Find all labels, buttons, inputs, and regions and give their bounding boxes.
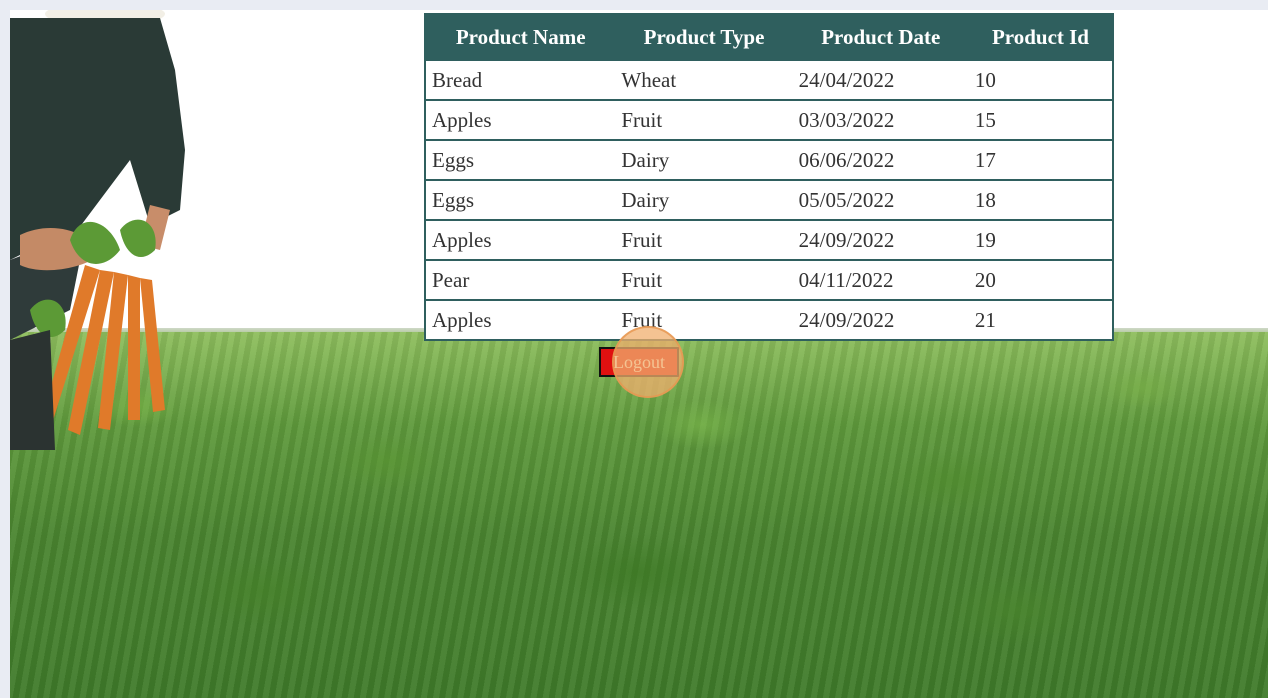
cell-product-id: 18 <box>968 179 1113 220</box>
cell-product-type: Fruit <box>615 219 793 260</box>
cell-product-id: 17 <box>968 139 1113 180</box>
cell-product-name: Eggs <box>425 139 616 180</box>
header-product-id: Product Id <box>968 14 1113 60</box>
cell-product-id: 20 <box>968 259 1113 300</box>
table-row: Apples Fruit 03/03/2022 15 <box>425 99 1113 140</box>
cell-product-name: Bread <box>425 59 616 100</box>
header-product-date: Product Date <box>792 14 969 60</box>
cell-product-date: 24/09/2022 <box>792 219 969 260</box>
cell-product-id: 10 <box>968 59 1113 100</box>
table-row: Apples Fruit 24/09/2022 19 <box>425 219 1113 260</box>
table-row: Eggs Dairy 05/05/2022 18 <box>425 179 1113 220</box>
cell-product-type: Fruit <box>615 259 793 300</box>
table-row: Eggs Dairy 06/06/2022 17 <box>425 139 1113 180</box>
cell-product-date: 05/05/2022 <box>792 179 969 220</box>
header-product-name: Product Name <box>425 14 616 60</box>
cell-product-date: 03/03/2022 <box>792 99 969 140</box>
cell-product-id: 19 <box>968 219 1113 260</box>
table-header-row: Product Name Product Type Product Date P… <box>425 14 1113 60</box>
cell-product-name: Apples <box>425 299 616 340</box>
cell-product-name: Pear <box>425 259 616 300</box>
logout-button[interactable]: Logout <box>599 347 679 377</box>
cell-product-type: Fruit <box>615 299 793 340</box>
cell-product-id: 15 <box>968 99 1113 140</box>
table-row: Apples Fruit 24/09/2022 21 <box>425 299 1113 340</box>
page-viewport: Product Name Product Type Product Date P… <box>10 10 1268 698</box>
cell-product-type: Dairy <box>615 179 793 220</box>
cell-product-date: 24/04/2022 <box>792 59 969 100</box>
cell-product-type: Fruit <box>615 99 793 140</box>
farmer-with-carrots-image <box>10 10 185 450</box>
cell-product-id: 21 <box>968 299 1113 340</box>
cell-product-type: Wheat <box>615 59 793 100</box>
cell-product-name: Apples <box>425 99 616 140</box>
header-product-type: Product Type <box>615 14 793 60</box>
background-carrot-field <box>10 332 1268 698</box>
cell-product-name: Apples <box>425 219 616 260</box>
table-row: Pear Fruit 04/11/2022 20 <box>425 259 1113 300</box>
products-table: Product Name Product Type Product Date P… <box>424 13 1114 341</box>
table-row: Bread Wheat 24/04/2022 10 <box>425 59 1113 100</box>
cell-product-date: 06/06/2022 <box>792 139 969 180</box>
cell-product-type: Dairy <box>615 139 793 180</box>
cell-product-date: 04/11/2022 <box>792 259 969 300</box>
cell-product-name: Eggs <box>425 179 616 220</box>
cell-product-date: 24/09/2022 <box>792 299 969 340</box>
